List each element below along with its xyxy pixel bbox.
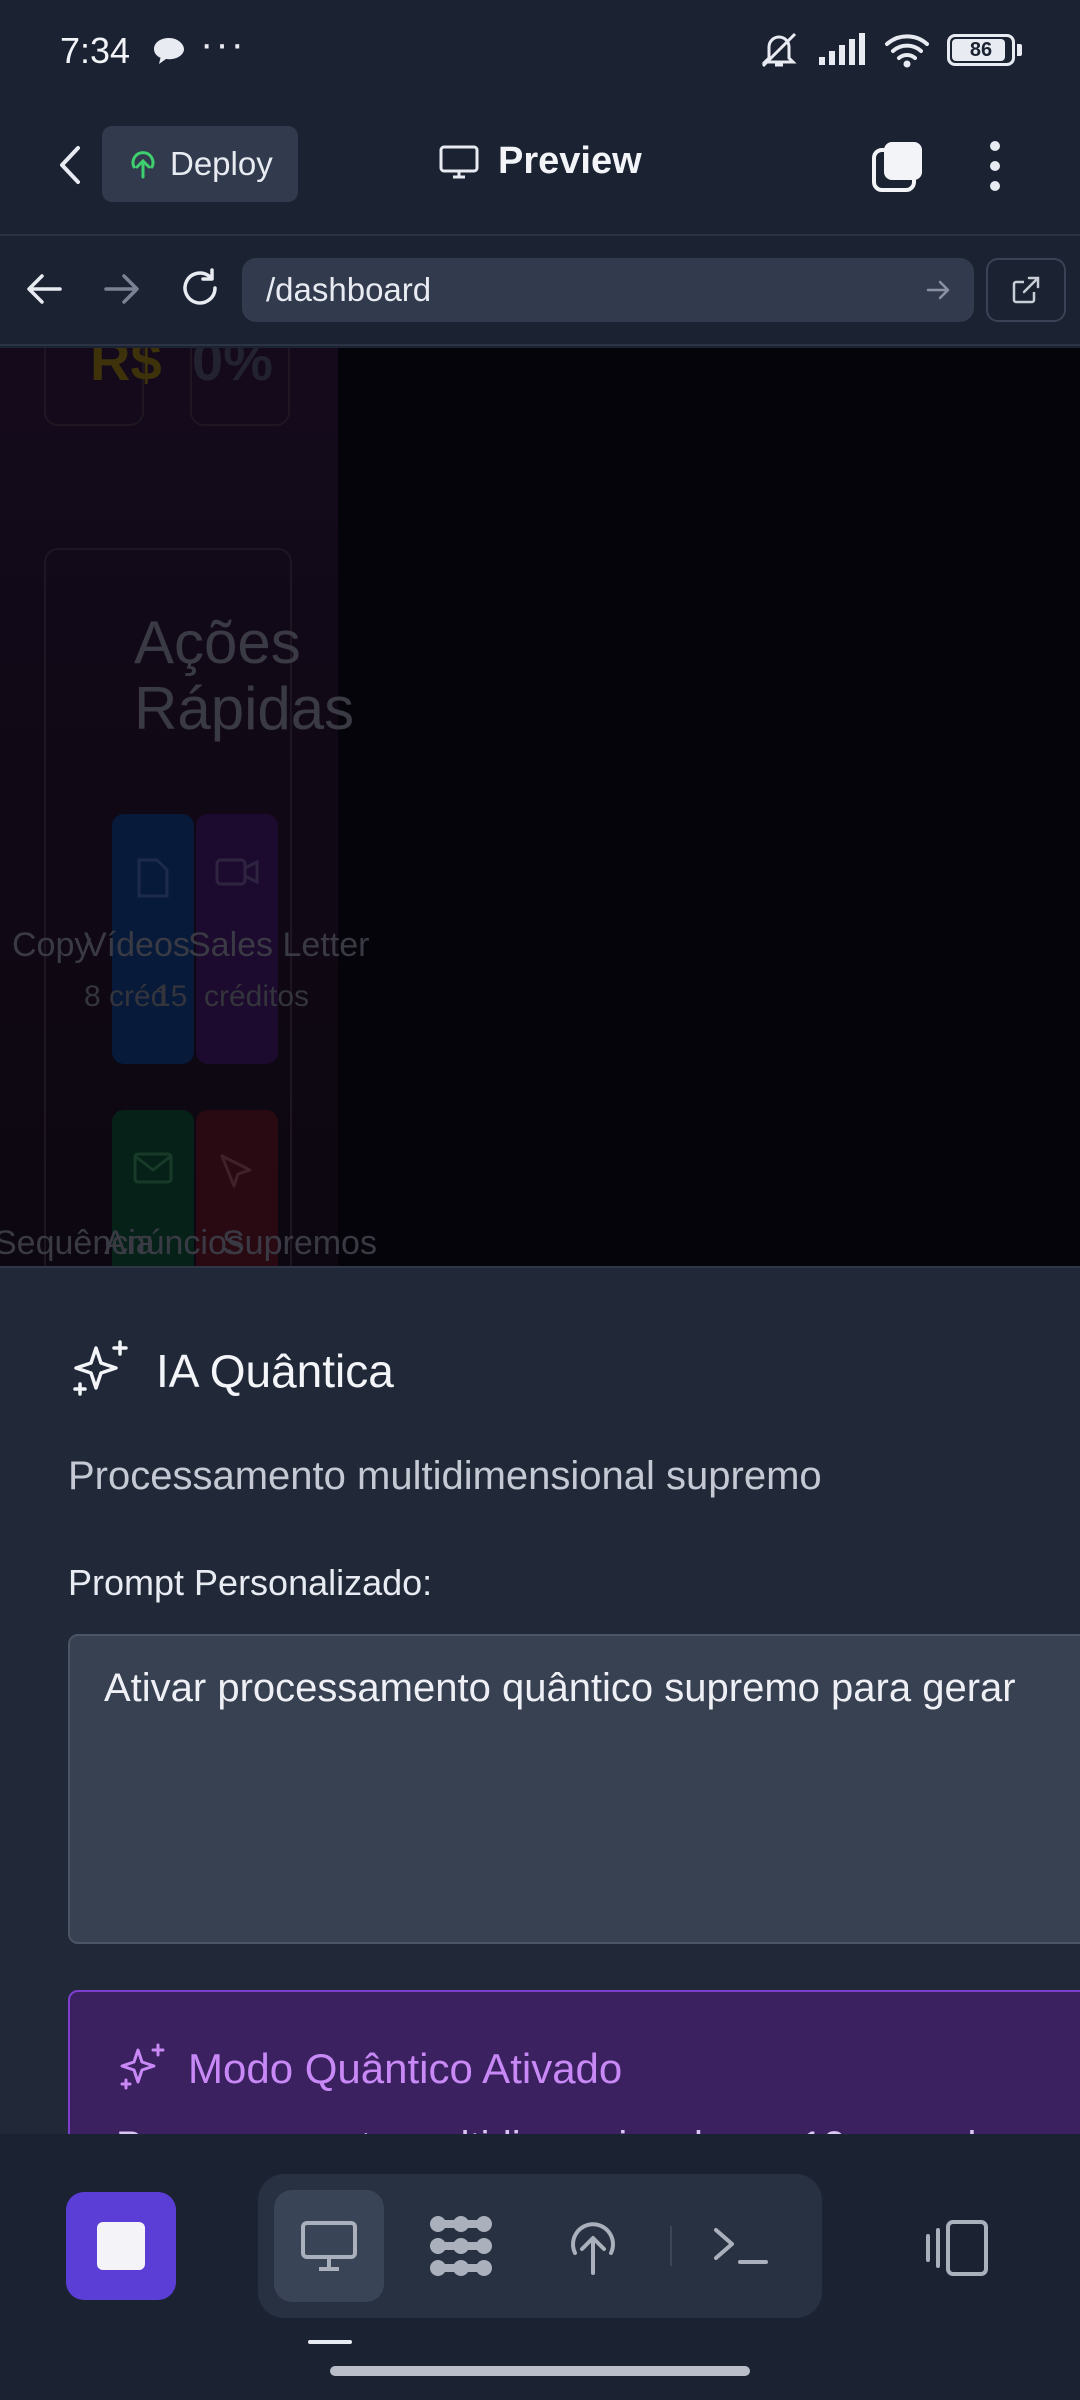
monitor-icon: [301, 2221, 357, 2271]
sparkles-icon: [73, 1340, 128, 1396]
app-header: Deploy Preview: [0, 100, 1080, 236]
go-arrow-icon[interactable]: [924, 276, 952, 304]
battery-icon: 86: [947, 34, 1015, 66]
agents-tab-button[interactable]: [406, 2190, 516, 2302]
battery-level: 86: [969, 38, 993, 61]
page-title: Preview: [498, 140, 642, 182]
terminal-icon: [714, 2228, 768, 2264]
dashboard-panel: R$ 0% Ações Rápidas Copy Vídeos Sales Le…: [0, 348, 377, 1268]
quantum-mode-text: Processamento multidimensional com 12 ca…: [116, 2124, 1019, 2134]
grid-dots-icon: [430, 2216, 492, 2276]
quantum-mode-title: Modo Quântico Ativado: [116, 2042, 622, 2096]
deploy-icon: [571, 2222, 615, 2275]
chat-notification-icon: [154, 38, 184, 64]
sparkles-icon: [120, 2043, 165, 2090]
tile-sublabel: créditos: [204, 980, 310, 1013]
stat-currency: R$: [90, 348, 162, 392]
sheet-title-text: IA Quântica: [156, 1345, 394, 1397]
deploy-icon: [131, 151, 155, 179]
tile-label: Sales Letter: [188, 926, 370, 964]
deploy-label: Deploy: [170, 145, 273, 182]
prompt-label: Prompt Personalizado:: [68, 1562, 433, 1603]
browser-back-icon[interactable]: [22, 266, 68, 312]
quantum-mode-title-text: Modo Quântico Ativado: [188, 2045, 623, 2092]
browser-bar: /dashboard: [0, 236, 1080, 346]
web-viewport: R$ 0% Ações Rápidas Copy Vídeos Sales Le…: [0, 348, 1080, 1268]
home-indicator[interactable]: [330, 2366, 750, 2376]
toolbar-divider: [670, 2226, 672, 2266]
reload-icon[interactable]: [176, 264, 224, 312]
signal-icon: [819, 33, 865, 65]
stat-percent: 0%: [192, 348, 273, 392]
tile-label: Copy: [12, 926, 92, 964]
monitor-icon: [439, 145, 479, 178]
tile-label: Vídeos: [84, 926, 190, 964]
tile-label: Supremos: [222, 1224, 377, 1262]
open-external-button[interactable]: [986, 258, 1066, 322]
deploy-button[interactable]: Deploy: [102, 126, 298, 202]
device-toggle-button[interactable]: [916, 2208, 996, 2288]
preview-tab-button[interactable]: [274, 2190, 384, 2302]
quantum-mode-banner: Modo Quântico Ativado Processamento mult…: [68, 1990, 1080, 2134]
sheet-description: Processamento multidimensional supremo: [68, 1454, 822, 1498]
quick-actions-heading: Ações Rápidas: [134, 609, 355, 742]
ai-sheet: IA Quântica Processamento multidimension…: [0, 1266, 1080, 2134]
tabs-icon[interactable]: [870, 138, 926, 194]
browser-forward-icon[interactable]: [98, 266, 144, 312]
stop-button[interactable]: [66, 2192, 176, 2300]
document-icon: [137, 858, 169, 898]
devices-icon: [926, 2220, 988, 2276]
mute-icon: [761, 32, 797, 68]
sheet-title: IA Quântica: [68, 1338, 394, 1404]
tile-sublabel: 15: [154, 980, 188, 1013]
prompt-textarea[interactable]: Ativar processamento quântico supremo pa…: [68, 1634, 1080, 1944]
url-bar[interactable]: /dashboard: [242, 258, 974, 322]
wifi-icon: [885, 34, 929, 68]
stop-icon: [97, 2222, 145, 2270]
video-icon: [215, 858, 259, 886]
deploy-tab-button[interactable]: [538, 2190, 648, 2302]
terminal-tab-button[interactable]: [686, 2190, 796, 2302]
bottom-toolbar: [0, 2134, 1080, 2400]
active-tab-indicator: [308, 2340, 352, 2344]
pointer-icon: [220, 1154, 252, 1188]
status-time: 7:34: [60, 30, 131, 71]
more-notifications-icon: ···: [200, 22, 246, 66]
preview-title: Preview: [438, 140, 642, 183]
mail-icon: [133, 1152, 173, 1184]
view-switcher: [258, 2174, 822, 2318]
more-options-icon[interactable]: [980, 136, 1010, 196]
external-link-icon: [1012, 276, 1040, 304]
url-text: /dashboard: [266, 271, 432, 308]
status-bar: 7:34 ··· 86: [0, 0, 1080, 100]
back-button[interactable]: [50, 140, 90, 190]
